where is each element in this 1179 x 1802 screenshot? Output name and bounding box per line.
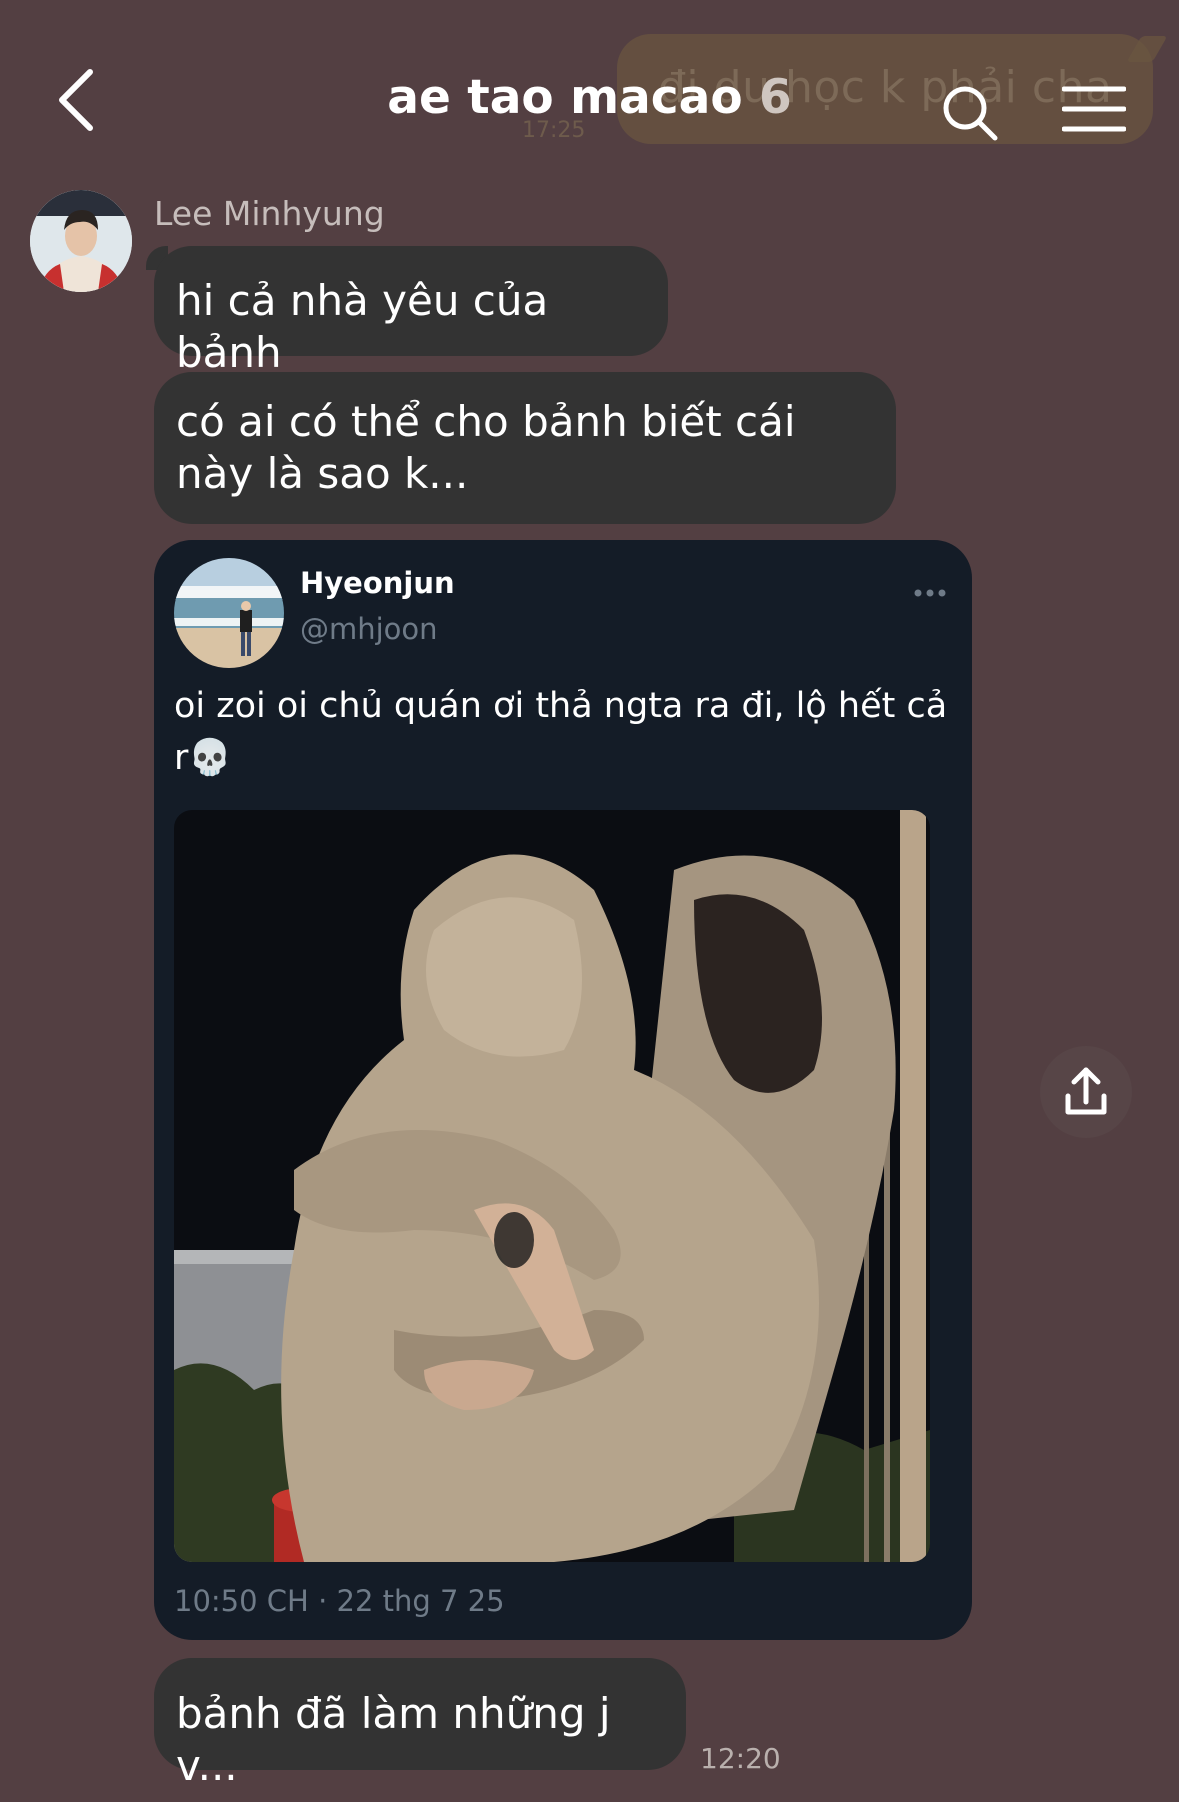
share-button[interactable] <box>1040 1046 1132 1138</box>
post-more-button[interactable] <box>910 584 950 597</box>
chat-title: ae tao macao 6 <box>0 70 1179 125</box>
post-author-handle: @mhjoon <box>300 612 438 646</box>
message-text-1: hi cả nhà yêu của bảnh <box>176 276 549 377</box>
message-bubble-1[interactable]: hi cả nhà yêu của bảnh <box>154 246 668 377</box>
menu-icon <box>1061 86 1127 132</box>
menu-button[interactable] <box>1061 84 1127 134</box>
shared-post-card[interactable]: Hyeonjun @mhjoon oi zoi oi chủ quán ơi t… <box>154 540 972 1640</box>
post-timestamp: 10:50 CH · 22 thg 7 25 <box>174 1584 505 1618</box>
message-bubble-2[interactable]: có ai có thể cho bảnh biết cái này là sa… <box>154 372 896 524</box>
more-dots-icon <box>914 589 946 597</box>
chat-title-text: ae tao macao <box>387 70 743 125</box>
message-time: 12:20 <box>700 1742 781 1775</box>
post-text: oi zoi oi chủ quán ơi thả ngta ra đi, lộ… <box>174 686 948 778</box>
message-bubble-3[interactable]: bảnh đã làm những j v... <box>154 1658 686 1790</box>
message-text-2: có ai có thể cho bảnh biết cái này là sa… <box>176 397 796 498</box>
share-icon <box>1065 1067 1107 1115</box>
search-button[interactable] <box>940 84 1000 144</box>
sender-name: Lee Minhyung <box>154 194 385 233</box>
message-text-3: bảnh đã làm những j v... <box>176 1689 611 1790</box>
search-icon <box>943 86 998 141</box>
member-count: 6 <box>759 70 792 125</box>
sender-avatar[interactable] <box>30 190 132 292</box>
post-author-name: Hyeonjun <box>300 566 455 600</box>
post-photo[interactable] <box>174 810 930 1562</box>
post-author-avatar[interactable] <box>174 558 284 668</box>
